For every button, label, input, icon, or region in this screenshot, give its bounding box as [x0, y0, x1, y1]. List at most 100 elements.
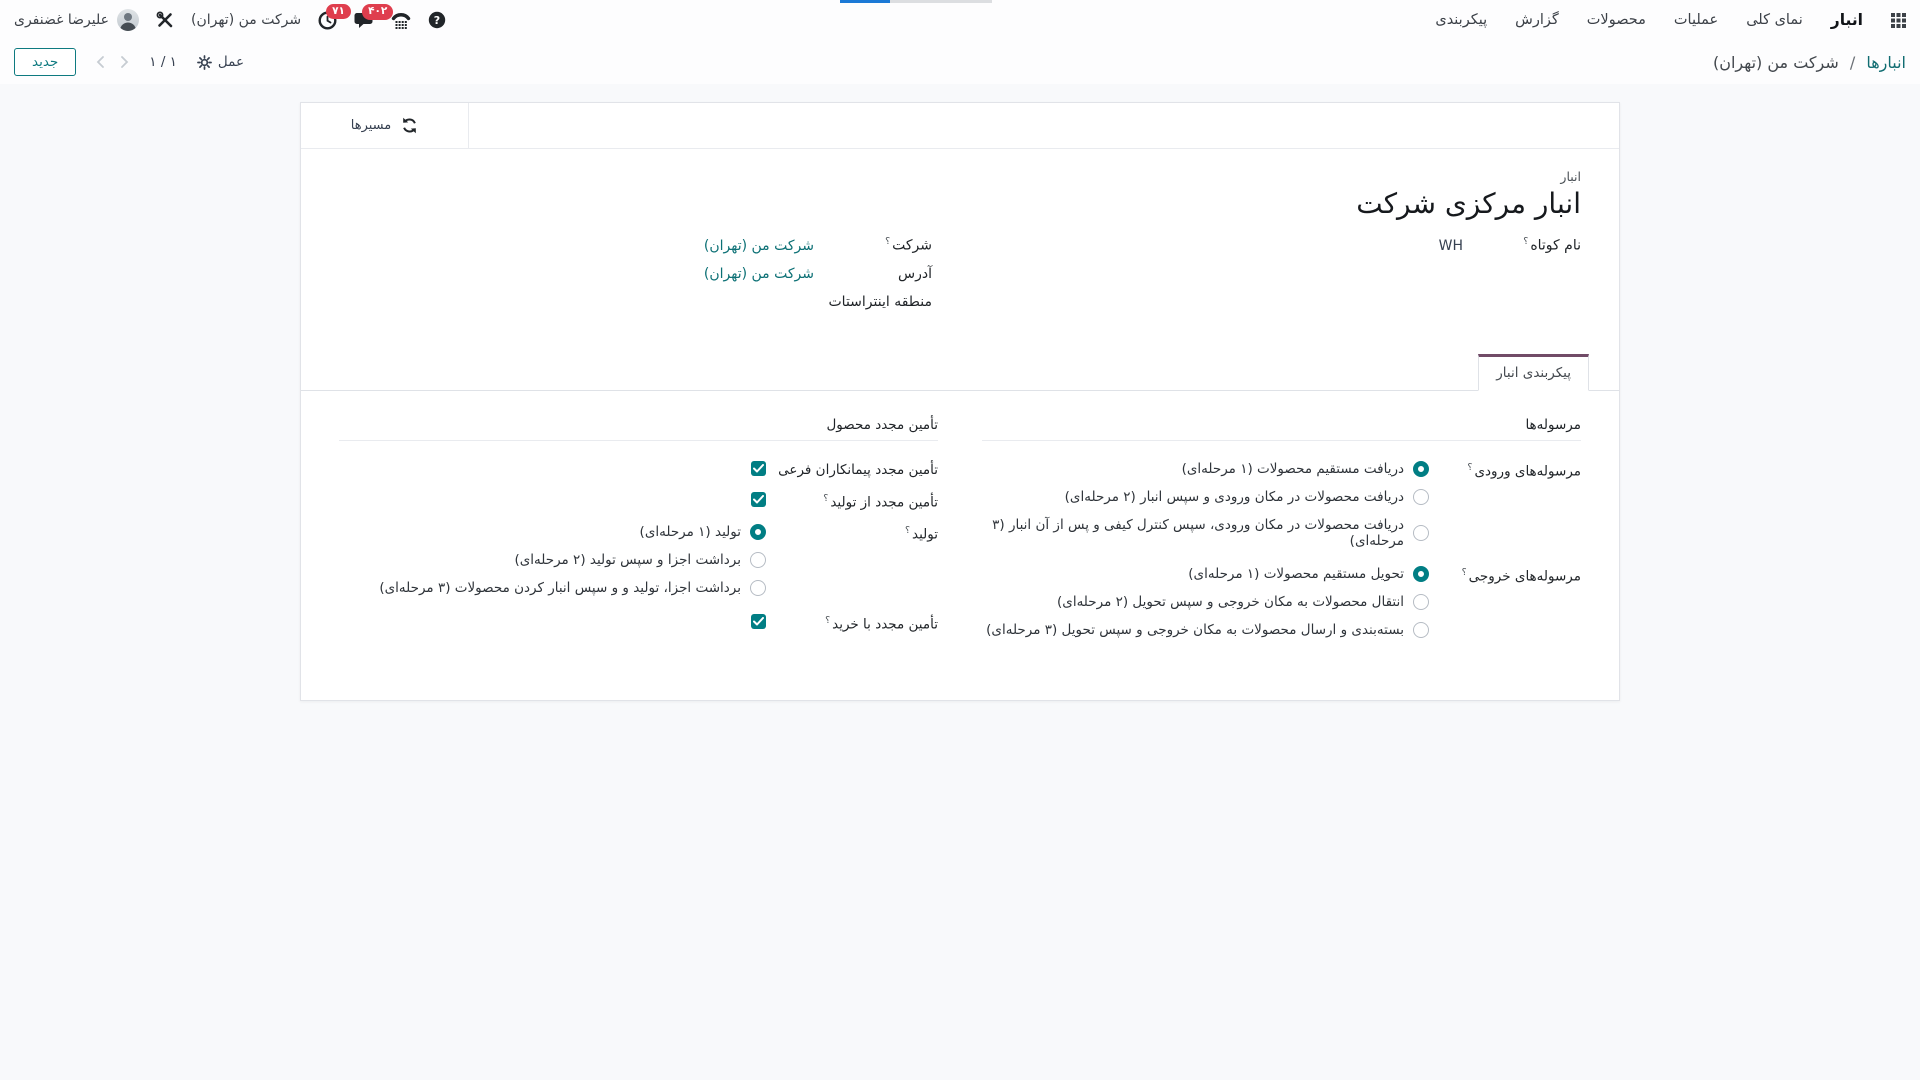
new-button[interactable]: جدید	[14, 48, 76, 76]
company-value[interactable]: شرکت من (تهران)	[704, 238, 814, 254]
pager-value: ۱ / ۱	[149, 54, 177, 70]
manufacture-resupply-row: تأمین مجدد از تولید؟	[339, 492, 938, 511]
nav-menu-overview[interactable]: نمای کلی	[1746, 12, 1803, 28]
radio-option[interactable]: دریافت مستقیم محصولات (۱ مرحله‌ای)	[982, 461, 1429, 477]
short-name-value[interactable]: WH	[1439, 238, 1463, 254]
pager-next-icon[interactable]	[120, 55, 129, 69]
short-name-label: نام کوتاه؟	[1463, 236, 1581, 254]
avatar	[117, 9, 139, 31]
nav-menu-operations[interactable]: عملیات	[1674, 12, 1718, 28]
buy-resupply-label: تأمین مجدد با خرید؟	[766, 614, 938, 633]
radio-option[interactable]: تحویل مستقیم محصولات (۱ مرحله‌ای)	[986, 566, 1429, 582]
pager-prev-icon[interactable]	[96, 55, 105, 69]
radio-option[interactable]: برداشت اجزا، تولید و و سپس انبار کردن مح…	[379, 580, 766, 596]
radio-option[interactable]: برداشت اجزا و سپس تولید (۲ مرحله‌ای)	[379, 552, 766, 568]
outgoing-shipments-group: مرسوله‌های خروجی؟ تحویل مستقیم محصولات (…	[982, 566, 1581, 638]
systray: ? ۴۰۲ ۷۱ شرکت	[14, 9, 446, 31]
breadcrumb-parent[interactable]: انبارها	[1866, 53, 1906, 72]
notebook-tabs: پیکربندی انبار	[301, 354, 1619, 391]
subcontracting-resupply-checkbox[interactable]	[751, 461, 766, 476]
manufacture-resupply-checkbox[interactable]	[751, 492, 766, 507]
activities-badge: ۷۱	[326, 4, 351, 20]
app-name[interactable]: انبار	[1831, 11, 1863, 29]
radio-icon[interactable]	[1413, 622, 1429, 638]
help-hint: ؟	[823, 493, 828, 504]
user-name: علیرضا غضنفری	[14, 12, 109, 28]
apps-grid-icon[interactable]	[1891, 13, 1906, 28]
tab-content: مرسوله‌ها مرسوله‌های ورودی؟ دریافت مستقی…	[301, 391, 1619, 700]
radio-icon[interactable]	[1413, 594, 1429, 610]
control-panel-actions: جدید ۱ / ۱ عمل	[14, 48, 244, 76]
user-menu[interactable]: علیرضا غضنفری	[14, 9, 139, 31]
buy-resupply-checkbox[interactable]	[751, 614, 766, 629]
radio-selected-icon[interactable]	[750, 524, 766, 540]
routes-smart-button[interactable]: مسیرها	[301, 103, 469, 148]
nav-menu-reporting[interactable]: گزارش	[1515, 12, 1559, 28]
incoming-shipments-label: مرسوله‌های ورودی؟	[1429, 461, 1581, 480]
record-name[interactable]: انبار مرکزی شرکت	[339, 187, 1581, 220]
manufacture-resupply-label: تأمین مجدد از تولید؟	[766, 492, 938, 511]
refresh-icon	[401, 117, 418, 134]
top-navbar: انبار نمای کلی عملیات محصولات گزارش پیکر…	[0, 0, 1920, 40]
action-menu-label: عمل	[218, 54, 244, 70]
activities-clock-icon[interactable]: ۷۱	[318, 11, 337, 30]
radio-option[interactable]: دریافت محصولات در مکان ورودی و سپس انبار…	[982, 489, 1429, 505]
buy-resupply-row: تأمین مجدد با خرید؟	[339, 614, 938, 633]
shipments-section-title: مرسوله‌ها	[982, 417, 1581, 441]
manufacture-steps-group: تولید؟ تولید (۱ مرحله‌ای) برداشت اجزا و …	[339, 524, 938, 596]
radio-icon[interactable]	[1413, 489, 1429, 505]
voip-phone-icon[interactable]	[391, 12, 411, 29]
radio-icon[interactable]	[750, 580, 766, 596]
radio-icon[interactable]	[1413, 525, 1429, 541]
radio-icon[interactable]	[750, 552, 766, 568]
nav-menu-products[interactable]: محصولات	[1587, 12, 1646, 28]
company-label: شرکت؟	[814, 236, 932, 254]
address-label: آدرس	[814, 266, 932, 282]
tab-warehouse-configuration[interactable]: پیکربندی انبار	[1478, 354, 1589, 391]
page-load-progress-track	[890, 0, 992, 3]
outgoing-options: تحویل مستقیم محصولات (۱ مرحله‌ای) انتقال…	[986, 566, 1429, 638]
top-fields: نام کوتاه؟ WH شرکت؟ شرکت من (تهران) آدرس…	[301, 236, 1619, 322]
radio-option[interactable]: تولید (۱ مرحله‌ای)	[379, 524, 766, 540]
smart-button-strip: مسیرها	[301, 103, 1619, 149]
radio-option[interactable]: بسته‌بندی و ارسال محصولات به مکان خروجی …	[986, 622, 1429, 638]
manufacture-label: تولید؟	[766, 524, 938, 543]
shipments-section: مرسوله‌ها مرسوله‌های ورودی؟ دریافت مستقی…	[982, 417, 1581, 652]
action-menu[interactable]: عمل	[197, 54, 244, 70]
resupply-section: تأمین مجدد محصول تأمین مجدد پیمانکاران ف…	[339, 417, 938, 652]
pager-nav	[96, 55, 129, 69]
short-name-field: نام کوتاه؟ WH	[988, 236, 1581, 254]
help-hint: ؟	[885, 236, 890, 247]
messages-icon[interactable]: ۴۰۲	[354, 11, 374, 29]
tools-icon[interactable]	[156, 11, 174, 29]
routes-button-label: مسیرها	[351, 118, 391, 133]
radio-option[interactable]: دریافت محصولات در مکان ورودی، سپس کنترل …	[982, 517, 1429, 549]
radio-selected-icon[interactable]	[1413, 566, 1429, 582]
fields-col-left: شرکت؟ شرکت من (تهران) آدرس شرکت من (تهرا…	[339, 236, 932, 322]
help-hint: ؟	[1467, 462, 1472, 473]
control-panel: انبارها / شرکت من (تهران) جدید ۱ / ۱ عمل	[0, 40, 1920, 84]
record-type-label: انبار	[339, 169, 1581, 184]
title-block: انبار انبار مرکزی شرکت	[301, 149, 1619, 220]
breadcrumb-separator: /	[1850, 53, 1855, 72]
address-field: آدرس شرکت من (تهران)	[339, 266, 932, 282]
incoming-options: دریافت مستقیم محصولات (۱ مرحله‌ای) دریاف…	[982, 461, 1429, 549]
help-hint: ؟	[1523, 236, 1528, 247]
help-hint: ؟	[825, 615, 830, 626]
help-hint: ؟	[1462, 567, 1467, 578]
address-value[interactable]: شرکت من (تهران)	[704, 266, 814, 282]
intrastat-field: منطقه اینتراستات	[339, 294, 932, 310]
messages-badge: ۴۰۲	[362, 4, 393, 20]
resupply-section-title: تأمین مجدد محصول	[339, 417, 938, 441]
help-icon[interactable]: ?	[428, 11, 446, 29]
breadcrumb: انبارها / شرکت من (تهران)	[1713, 53, 1906, 72]
svg-text:?: ?	[434, 14, 440, 27]
company-switcher[interactable]: شرکت من (تهران)	[191, 12, 301, 28]
radio-option[interactable]: انتقال محصولات به مکان خروجی و سپس تحویل…	[986, 594, 1429, 610]
subcontracting-resupply-row: تأمین مجدد پیمانکاران فرعی	[339, 461, 938, 478]
radio-selected-icon[interactable]	[1413, 461, 1429, 477]
manufacture-options: تولید (۱ مرحله‌ای) برداشت اجزا و سپس تول…	[379, 524, 766, 596]
incoming-shipments-group: مرسوله‌های ورودی؟ دریافت مستقیم محصولات …	[982, 461, 1581, 549]
nav-menu-configuration[interactable]: پیکربندی	[1435, 12, 1487, 28]
subcontracting-resupply-label: تأمین مجدد پیمانکاران فرعی	[766, 461, 938, 478]
